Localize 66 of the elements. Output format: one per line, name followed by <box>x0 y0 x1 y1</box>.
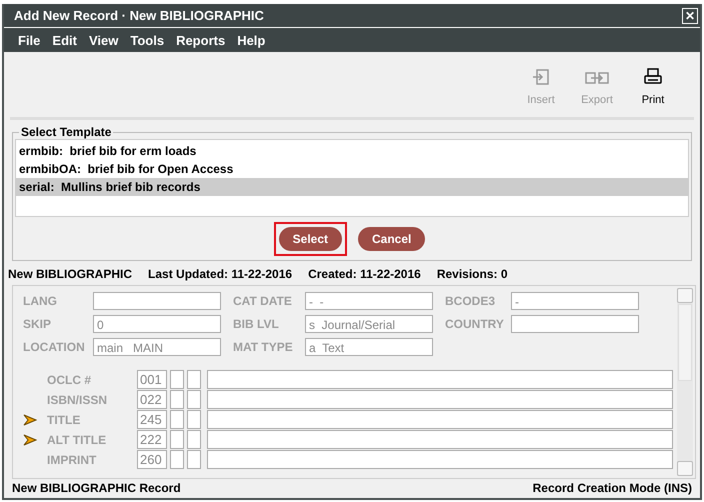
tag-field[interactable]: 022 <box>137 390 167 409</box>
indicator-field[interactable] <box>170 450 184 469</box>
record-info: Revisions: 0 <box>436 267 508 281</box>
template-item[interactable]: ermbib: brief bib for erm loads <box>16 142 688 160</box>
field-label: SKIP <box>23 317 52 331</box>
cancel-button[interactable]: Cancel <box>358 227 426 251</box>
tag-field[interactable]: 222 <box>137 430 167 449</box>
indicator-field[interactable] <box>187 450 201 469</box>
indicator-field[interactable] <box>170 410 184 429</box>
input-field[interactable]: a Text <box>305 338 433 356</box>
input-field[interactable]: main MAIN <box>93 338 221 356</box>
menu-item[interactable]: View <box>82 32 124 48</box>
field-label: LOCATION <box>23 340 86 354</box>
indicator-field[interactable] <box>170 370 184 389</box>
record-info: New BIBLIOGRAPHIC <box>8 267 132 281</box>
input-field[interactable] <box>207 450 673 469</box>
tag-field[interactable]: 245 <box>137 410 167 429</box>
field-label: ISBN/ISSN <box>47 392 108 406</box>
indicator-field[interactable] <box>187 370 201 389</box>
tag-field[interactable]: 001 <box>137 370 167 389</box>
status-text: Record Creation Mode (INS) <box>532 481 692 495</box>
print-button[interactable]: Print <box>630 68 676 106</box>
input-field[interactable] <box>207 410 673 429</box>
menu-item[interactable]: Help <box>231 32 272 48</box>
input-field[interactable]: s Journal/Serial <box>305 315 433 333</box>
window-title: Add New Record · New BIBLIOGRAPHIC <box>14 8 265 23</box>
indicator-field[interactable] <box>187 430 201 449</box>
field-label: CAT DATE <box>233 294 293 308</box>
indicator-field[interactable] <box>187 410 201 429</box>
field-label: MAT TYPE <box>233 340 294 354</box>
field-label: LANG <box>23 294 58 308</box>
field-label: BCODE3 <box>445 294 496 308</box>
menu-item[interactable]: File <box>12 32 46 48</box>
panel-title: Select Template <box>20 125 112 139</box>
insert-icon <box>532 68 550 86</box>
input-field[interactable] <box>207 390 673 409</box>
export-icon <box>585 70 609 86</box>
record-info: Last Updated: 11-22-2016 <box>148 267 292 281</box>
tag-field[interactable]: 260 <box>137 450 167 469</box>
field-label: ALT TITLE <box>47 432 108 446</box>
record-info: Created: 11-22-2016 <box>308 267 421 281</box>
field-label: TITLE <box>47 412 82 426</box>
template-item[interactable]: serial: Mullins brief bib records <box>16 178 688 196</box>
field-label: BIB LVL <box>233 317 280 331</box>
close-button[interactable]: ✕ <box>682 8 698 24</box>
template-item[interactable]: ermbibOA: brief bib for Open Access <box>16 160 688 178</box>
indicator-field[interactable] <box>170 390 184 409</box>
menu-item[interactable]: Edit <box>46 32 83 48</box>
scrollbar[interactable] <box>677 288 693 476</box>
field-label: OCLC # <box>47 372 92 386</box>
input-field[interactable] <box>207 430 673 449</box>
input-field[interactable]: 0 <box>93 315 221 333</box>
field-label: IMPRINT <box>47 452 98 466</box>
indicator-field[interactable] <box>170 430 184 449</box>
input-field[interactable]: - - <box>305 292 433 310</box>
input-field[interactable] <box>93 292 221 310</box>
input-field[interactable] <box>207 370 673 389</box>
menu-item[interactable]: Reports <box>170 32 232 48</box>
printer-icon <box>644 68 662 86</box>
menu-item[interactable]: Tools <box>124 32 170 48</box>
status-text: New BIBLIOGRAPHIC Record <box>12 481 181 495</box>
select-button[interactable]: Select <box>278 227 342 251</box>
input-field[interactable]: - <box>511 292 639 310</box>
indicator-field[interactable] <box>187 390 201 409</box>
field-label: COUNTRY <box>445 317 505 331</box>
input-field[interactable] <box>511 315 639 333</box>
